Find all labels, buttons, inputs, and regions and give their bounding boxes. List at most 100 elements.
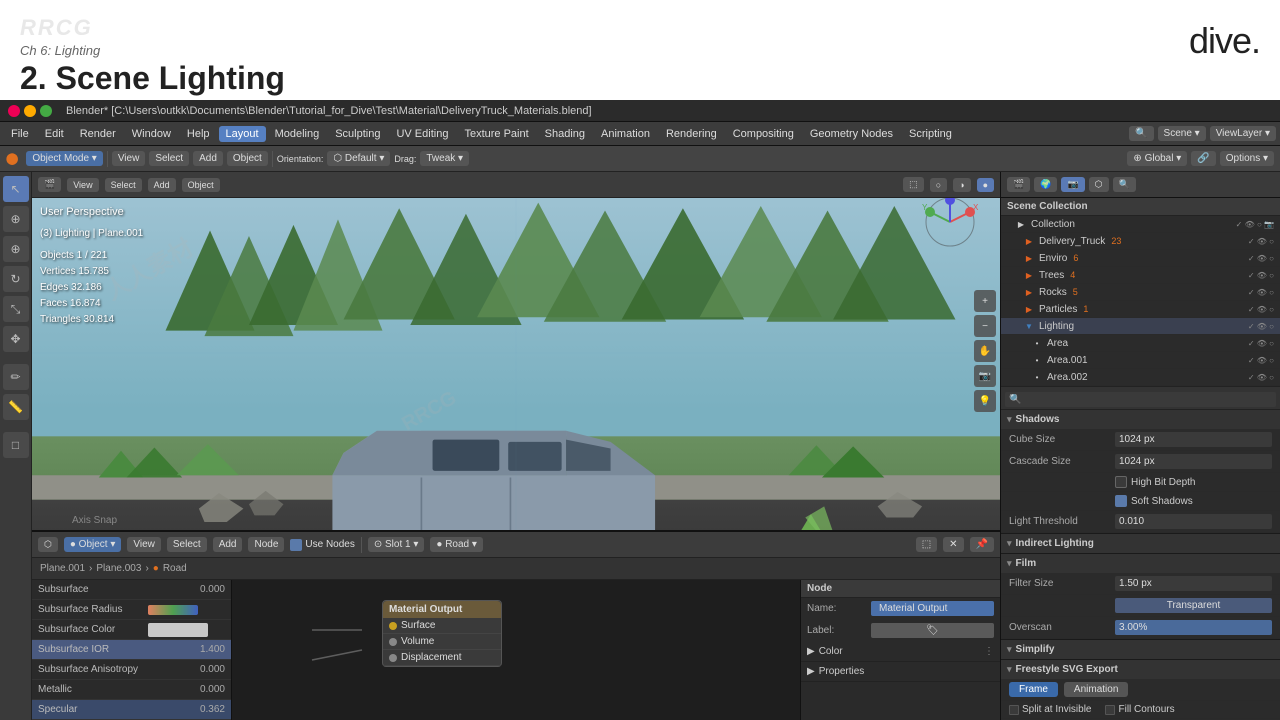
menu-rendering[interactable]: Rendering — [659, 126, 724, 142]
global-btn[interactable]: ⊕ Global ▾ — [1127, 151, 1187, 166]
menu-edit[interactable]: Edit — [38, 126, 71, 142]
menu-texture-paint[interactable]: Texture Paint — [457, 126, 535, 142]
view-menu[interactable]: View — [112, 151, 146, 166]
node-graph[interactable]: Material Output Surface Volume — [232, 580, 800, 720]
menu-layout[interactable]: Layout — [219, 126, 266, 142]
freestyle-header[interactable]: Freestyle SVG Export — [1001, 660, 1280, 679]
rotate-tool[interactable]: ↻ — [3, 266, 29, 292]
props-search-input[interactable] — [1005, 392, 1276, 407]
node-toggle-1[interactable]: ⬚ — [916, 537, 937, 552]
viewport-select-menu[interactable]: Select — [105, 178, 142, 192]
node-select-menu[interactable]: Select — [167, 537, 207, 552]
freestyle-animation-btn[interactable]: Animation — [1064, 682, 1128, 697]
scale-tool[interactable]: ⤡ — [3, 296, 29, 322]
node-label-icon[interactable]: 🏷 — [871, 623, 994, 638]
shadows-header[interactable]: Shadows — [1001, 410, 1280, 429]
collection-item-delivery[interactable]: ▶ Delivery_Truck 23 ✓ 👁 ○ — [1001, 233, 1280, 250]
annotate-tool[interactable]: ✏ — [3, 364, 29, 390]
overscan-input[interactable] — [1115, 620, 1272, 635]
rp-world-btn[interactable]: 🌍 — [1034, 177, 1057, 192]
add-cube-tool[interactable]: □ — [3, 432, 29, 458]
menu-compositing[interactable]: Compositing — [726, 126, 801, 142]
collection-item-area[interactable]: • Area ✓ 👁 ○ — [1001, 335, 1280, 352]
collection-item-trees[interactable]: ▶ Trees 4 ✓ 👁 ○ — [1001, 267, 1280, 284]
options-btn[interactable]: Options ▾ — [1220, 151, 1274, 166]
cascade-size-select[interactable]: 1024 px 512 px 2048 px — [1115, 454, 1272, 469]
menu-scripting[interactable]: Scripting — [902, 126, 959, 142]
node-toggle-2[interactable]: ✕ — [943, 537, 963, 552]
node-object-mode[interactable]: ● Object ▾ — [64, 537, 122, 552]
split-invisible-toggle[interactable]: Split at Invisible — [1009, 704, 1091, 715]
collection-item-area-001[interactable]: • Area.001 ✓ 👁 ○ — [1001, 352, 1280, 369]
collection-item-root[interactable]: ▶ Collection ✓ 👁 ○ 📷 — [1001, 216, 1280, 233]
soft-shadows-toggle[interactable]: Soft Shadows — [1115, 495, 1193, 507]
menu-file[interactable]: File — [4, 126, 36, 142]
rp-object-btn[interactable]: ⬡ — [1089, 177, 1109, 192]
breadcrumb-item-2[interactable]: Plane.003 — [96, 563, 141, 574]
collection-item-enviro[interactable]: ▶ Enviro 6 ✓ 👁 ○ — [1001, 250, 1280, 267]
collection-item-lighting[interactable]: ▼ Lighting ✓ 👁 ○ — [1001, 318, 1280, 335]
node-name-value[interactable]: Material Output — [871, 601, 994, 616]
high-bit-depth-toggle[interactable]: High Bit Depth — [1115, 476, 1195, 488]
viewport-view-menu[interactable]: View — [67, 178, 98, 192]
menu-sculpting[interactable]: Sculpting — [328, 126, 387, 142]
menu-geometry-nodes[interactable]: Geometry Nodes — [803, 126, 900, 142]
breadcrumb-item-3[interactable]: Road — [163, 563, 187, 574]
viewport-shading-wire[interactable]: ⬚ — [903, 177, 924, 192]
maximize-icon[interactable] — [40, 105, 52, 117]
material-output-node[interactable]: Material Output Surface Volume — [382, 600, 502, 667]
collection-item-rocks[interactable]: ▶ Rocks 5 ✓ 👁 ○ — [1001, 284, 1280, 301]
subsurface-color-swatch[interactable] — [148, 623, 208, 637]
move-tool[interactable]: ⊕ — [3, 236, 29, 262]
menu-render[interactable]: Render — [73, 126, 123, 142]
slot-selector[interactable]: ⊙ Slot 1 ▾ — [368, 537, 425, 552]
viewlayer-selector[interactable]: ViewLayer ▾ — [1210, 126, 1276, 141]
collection-item-particles[interactable]: ▶ Particles 1 ✓ 👁 ○ — [1001, 301, 1280, 318]
freestyle-frame-btn[interactable]: Frame — [1009, 682, 1058, 697]
rp-render-btn[interactable]: 📷 — [1061, 177, 1084, 192]
3d-viewport[interactable]: 🎬 View Select Add Object ⬚ ○ ◑ ● — [32, 172, 1000, 530]
close-icon[interactable] — [8, 105, 20, 117]
rp-search[interactable]: 🔍 — [1113, 177, 1136, 192]
object-menu[interactable]: Object — [227, 151, 268, 166]
object-mode-btn[interactable]: Object Mode ▾ — [26, 151, 103, 166]
menu-window[interactable]: Window — [125, 126, 178, 142]
collection-item-area-002[interactable]: • Area.002 ✓ 👁 ○ — [1001, 369, 1280, 386]
select-menu[interactable]: Select — [149, 151, 189, 166]
viewport-pan[interactable]: ✋ — [974, 340, 996, 362]
cursor-tool[interactable]: ⊕ — [3, 206, 29, 232]
indirect-lighting-header[interactable]: Indirect Lighting — [1001, 534, 1280, 553]
node-node-menu[interactable]: Node — [248, 537, 284, 552]
node-editor-type[interactable]: ⬡ — [38, 537, 58, 552]
scene-selector[interactable]: Scene ▾ — [1158, 126, 1206, 141]
subsurface-radius-swatch[interactable] — [148, 605, 198, 615]
use-nodes-checkbox[interactable] — [290, 539, 302, 551]
minimize-icon[interactable] — [24, 105, 36, 117]
node-add-menu[interactable]: Add — [213, 537, 243, 552]
simplify-header[interactable]: Simplify — [1001, 640, 1280, 659]
viewport-shading-material[interactable]: ◑ — [953, 178, 970, 192]
node-view-menu[interactable]: View — [127, 537, 161, 552]
rp-scene-btn[interactable]: 🎬 — [1007, 177, 1030, 192]
viewport-shading-rendered[interactable]: ● — [977, 178, 994, 192]
menu-help[interactable]: Help — [180, 126, 217, 142]
measure-tool[interactable]: 📏 — [3, 394, 29, 420]
menu-animation[interactable]: Animation — [594, 126, 657, 142]
transparent-btn[interactable]: Transparent — [1115, 598, 1272, 613]
fill-contours-toggle[interactable]: Fill Contours — [1105, 704, 1174, 715]
menu-shading[interactable]: Shading — [538, 126, 592, 142]
viewport-light[interactable]: 💡 — [974, 390, 996, 412]
viewport-add-menu[interactable]: Add — [148, 178, 176, 192]
orientation-selector[interactable]: ⬡ Default ▾ — [327, 151, 390, 166]
node-pin[interactable]: 📌 — [970, 537, 994, 552]
viewport-editor-type[interactable]: 🎬 — [38, 177, 61, 192]
use-nodes-toggle[interactable]: Use Nodes — [290, 539, 354, 551]
add-menu[interactable]: Add — [193, 151, 223, 166]
viewport-shading-solid[interactable]: ○ — [930, 178, 947, 192]
film-header[interactable]: Film — [1001, 554, 1280, 573]
transform-tool[interactable]: ✥ — [3, 326, 29, 352]
drag-selector[interactable]: Tweak ▾ — [420, 151, 469, 166]
viewport-zoom-in[interactable]: + — [974, 290, 996, 312]
filter-size-input[interactable] — [1115, 576, 1272, 591]
material-selector[interactable]: ● Road ▾ — [430, 537, 483, 552]
